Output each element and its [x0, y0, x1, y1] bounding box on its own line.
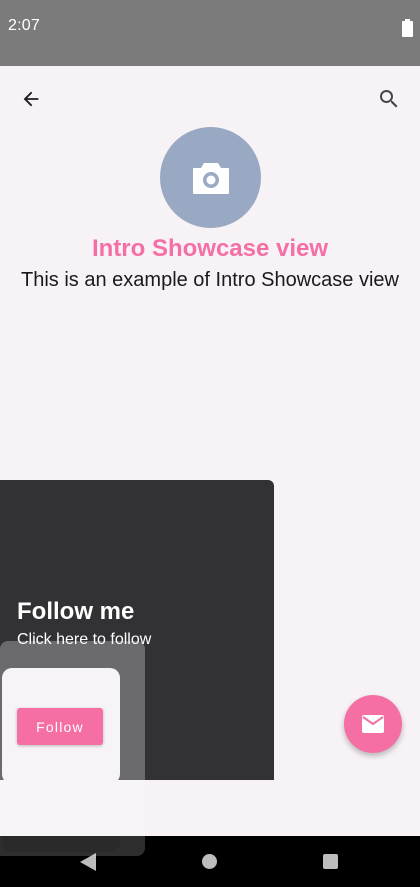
mail-icon: [362, 715, 384, 733]
follow-button[interactable]: Follow: [17, 708, 103, 745]
showcase-title: Follow me: [17, 598, 135, 625]
search-icon: [380, 90, 398, 108]
arrow-back-icon: [23, 91, 39, 107]
avatar[interactable]: [160, 127, 261, 228]
status-bar: 2:07: [0, 0, 420, 66]
page-description: This is an example of Intro Showcase vie…: [21, 269, 399, 291]
back-button[interactable]: [14, 82, 48, 116]
search-button[interactable]: [372, 82, 406, 116]
showcase-spotlight-overflow: [2, 836, 120, 852]
camera-icon: [192, 162, 229, 194]
mail-fab-button[interactable]: [344, 695, 402, 753]
page-title: Intro Showcase view: [91, 235, 329, 262]
battery-full-icon: [402, 19, 413, 37]
nav-recents-icon[interactable]: [323, 854, 338, 869]
status-time: 2:07: [8, 17, 40, 34]
nav-home-icon[interactable]: [202, 854, 217, 869]
